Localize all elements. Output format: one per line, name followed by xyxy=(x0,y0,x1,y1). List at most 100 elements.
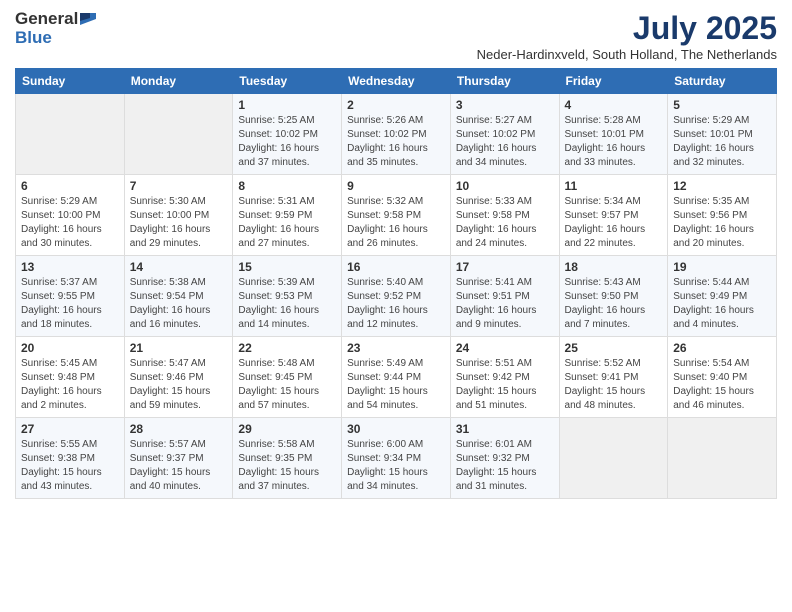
logo: General Blue xyxy=(15,10,96,47)
daylight-text: Daylight: 15 hours and 43 minutes. xyxy=(21,466,119,494)
day-info: Sunrise: 5:43 AMSunset: 9:50 PMDaylight:… xyxy=(565,276,663,332)
day-info: Sunrise: 5:47 AMSunset: 9:46 PMDaylight:… xyxy=(130,357,228,413)
day-number: 19 xyxy=(673,260,771,274)
day-number: 15 xyxy=(238,260,336,274)
day-number: 10 xyxy=(456,179,554,193)
table-row xyxy=(16,94,125,175)
daylight-text: Daylight: 16 hours and 34 minutes. xyxy=(456,142,554,170)
daylight-text: Daylight: 15 hours and 51 minutes. xyxy=(456,385,554,413)
daylight-text: Daylight: 15 hours and 46 minutes. xyxy=(673,385,771,413)
calendar-week-4: 20Sunrise: 5:45 AMSunset: 9:48 PMDayligh… xyxy=(16,337,777,418)
table-row: 23Sunrise: 5:49 AMSunset: 9:44 PMDayligh… xyxy=(342,337,451,418)
col-wednesday: Wednesday xyxy=(342,69,451,94)
sunrise-text: Sunrise: 5:30 AM xyxy=(130,195,228,209)
sunrise-text: Sunrise: 5:40 AM xyxy=(347,276,445,290)
calendar-week-5: 27 Sunrise: 5:55 AMSunset: 9:38 PMDayligh… xyxy=(16,418,777,499)
daylight-text: Daylight: 15 hours and 37 minutes. xyxy=(238,466,336,494)
table-row: 13 Sunrise: 5:37 AMSunset: 9:55 PMDayligh… xyxy=(16,256,125,337)
day-info: Sunrise: 5:33 AMSunset: 9:58 PMDaylight:… xyxy=(456,195,554,251)
daylight-text: Daylight: 15 hours and 34 minutes. xyxy=(347,466,445,494)
table-row: 15Sunrise: 5:39 AMSunset: 9:53 PMDayligh… xyxy=(233,256,342,337)
col-sunday: Sunday xyxy=(16,69,125,94)
day-info: Sunrise: 5:41 AMSunset: 9:51 PMDaylight:… xyxy=(456,276,554,332)
table-row xyxy=(124,94,233,175)
sunrise-text: Sunrise: 5:28 AM xyxy=(565,114,663,128)
day-number: 27 xyxy=(21,422,119,436)
day-number: 8 xyxy=(238,179,336,193)
day-info: Sunrise: 5:35 AMSunset: 9:56 PMDaylight:… xyxy=(673,195,771,251)
col-tuesday: Tuesday xyxy=(233,69,342,94)
day-info: Sunrise: 5:25 AMSunset: 10:02 PMDaylight… xyxy=(238,114,336,170)
daylight-text: Daylight: 16 hours and 7 minutes. xyxy=(565,304,663,332)
day-number: 28 xyxy=(130,422,228,436)
sunrise-text: Sunrise: 5:26 AM xyxy=(347,114,445,128)
day-number: 21 xyxy=(130,341,228,355)
sunset-text: Sunset: 9:50 PM xyxy=(565,290,663,304)
day-info: Sunrise: 5:44 AMSunset: 9:49 PMDaylight:… xyxy=(673,276,771,332)
daylight-text: Daylight: 16 hours and 12 minutes. xyxy=(347,304,445,332)
day-info: Sunrise: 5:28 AMSunset: 10:01 PMDaylight… xyxy=(565,114,663,170)
table-row: 9Sunrise: 5:32 AMSunset: 9:58 PMDaylight… xyxy=(342,175,451,256)
sunset-text: Sunset: 9:55 PM xyxy=(21,290,119,304)
day-number: 2 xyxy=(347,98,445,112)
daylight-text: Daylight: 16 hours and 32 minutes. xyxy=(673,142,771,170)
daylight-text: Daylight: 16 hours and 37 minutes. xyxy=(238,142,336,170)
daylight-text: Daylight: 16 hours and 14 minutes. xyxy=(238,304,336,332)
page: General Blue July 2025 Neder-Hardinxveld… xyxy=(0,0,792,514)
sunrise-text: Sunrise: 5:44 AM xyxy=(673,276,771,290)
sunset-text: Sunset: 9:58 PM xyxy=(456,209,554,223)
calendar-table: Sunday Monday Tuesday Wednesday Thursday… xyxy=(15,68,777,499)
day-number: 26 xyxy=(673,341,771,355)
day-number: 13 xyxy=(21,260,119,274)
sunset-text: Sunset: 10:00 PM xyxy=(21,209,119,223)
daylight-text: Daylight: 16 hours and 9 minutes. xyxy=(456,304,554,332)
sunset-text: Sunset: 9:52 PM xyxy=(347,290,445,304)
sunset-text: Sunset: 9:42 PM xyxy=(456,371,554,385)
table-row: 18Sunrise: 5:43 AMSunset: 9:50 PMDayligh… xyxy=(559,256,668,337)
table-row: 12Sunrise: 5:35 AMSunset: 9:56 PMDayligh… xyxy=(668,175,777,256)
col-thursday: Thursday xyxy=(450,69,559,94)
daylight-text: Daylight: 16 hours and 4 minutes. xyxy=(673,304,771,332)
daylight-text: Daylight: 15 hours and 31 minutes. xyxy=(456,466,554,494)
sunset-text: Sunset: 10:01 PM xyxy=(565,128,663,142)
table-row: 31 Sunrise: 6:01 AMSunset: 9:32 PMDayligh… xyxy=(450,418,559,499)
daylight-text: Daylight: 15 hours and 57 minutes. xyxy=(238,385,336,413)
day-info: Sunrise: 5:31 AMSunset: 9:59 PMDaylight:… xyxy=(238,195,336,251)
sunrise-text: Sunrise: 5:27 AM xyxy=(456,114,554,128)
day-info: Sunrise: 5:26 AMSunset: 10:02 PMDaylight… xyxy=(347,114,445,170)
sunrise-text: Sunrise: 5:51 AM xyxy=(456,357,554,371)
sunset-text: Sunset: 10:02 PM xyxy=(456,128,554,142)
location-subtitle: Neder-Hardinxveld, South Holland, The Ne… xyxy=(477,47,777,62)
day-number: 29 xyxy=(238,422,336,436)
day-info: Sunrise: 5:55 AMSunset: 9:38 PMDaylight:… xyxy=(21,438,119,494)
sunset-text: Sunset: 9:51 PM xyxy=(456,290,554,304)
table-row: 28Sunrise: 5:57 AMSunset: 9:37 PMDayligh… xyxy=(124,418,233,499)
sunrise-text: Sunrise: 6:01 AM xyxy=(456,438,554,452)
day-info: Sunrise: 5:32 AMSunset: 9:58 PMDaylight:… xyxy=(347,195,445,251)
sunset-text: Sunset: 9:38 PM xyxy=(21,452,119,466)
sunset-text: Sunset: 9:41 PM xyxy=(565,371,663,385)
sunrise-text: Sunrise: 5:31 AM xyxy=(238,195,336,209)
sunrise-text: Sunrise: 5:52 AM xyxy=(565,357,663,371)
table-row: 3Sunrise: 5:27 AMSunset: 10:02 PMDayligh… xyxy=(450,94,559,175)
month-year-title: July 2025 xyxy=(477,10,777,47)
daylight-text: Daylight: 16 hours and 30 minutes. xyxy=(21,223,119,251)
table-row: 24Sunrise: 5:51 AMSunset: 9:42 PMDayligh… xyxy=(450,337,559,418)
calendar-week-2: 6Sunrise: 5:29 AMSunset: 10:00 PMDayligh… xyxy=(16,175,777,256)
day-number: 31 xyxy=(456,422,554,436)
day-number: 6 xyxy=(21,179,119,193)
day-info: Sunrise: 5:49 AMSunset: 9:44 PMDaylight:… xyxy=(347,357,445,413)
day-info: Sunrise: 5:37 AMSunset: 9:55 PMDaylight:… xyxy=(21,276,119,332)
col-monday: Monday xyxy=(124,69,233,94)
logo-general: General xyxy=(15,10,78,29)
daylight-text: Daylight: 16 hours and 2 minutes. xyxy=(21,385,119,413)
sunrise-text: Sunrise: 5:43 AM xyxy=(565,276,663,290)
day-number: 7 xyxy=(130,179,228,193)
day-number: 30 xyxy=(347,422,445,436)
day-info: Sunrise: 6:01 AMSunset: 9:32 PMDaylight:… xyxy=(456,438,554,494)
sunset-text: Sunset: 9:48 PM xyxy=(21,371,119,385)
sunrise-text: Sunrise: 6:00 AM xyxy=(347,438,445,452)
table-row: 4Sunrise: 5:28 AMSunset: 10:01 PMDayligh… xyxy=(559,94,668,175)
table-row: 10 Sunrise: 5:33 AMSunset: 9:58 PMDayligh… xyxy=(450,175,559,256)
table-row: 17Sunrise: 5:41 AMSunset: 9:51 PMDayligh… xyxy=(450,256,559,337)
